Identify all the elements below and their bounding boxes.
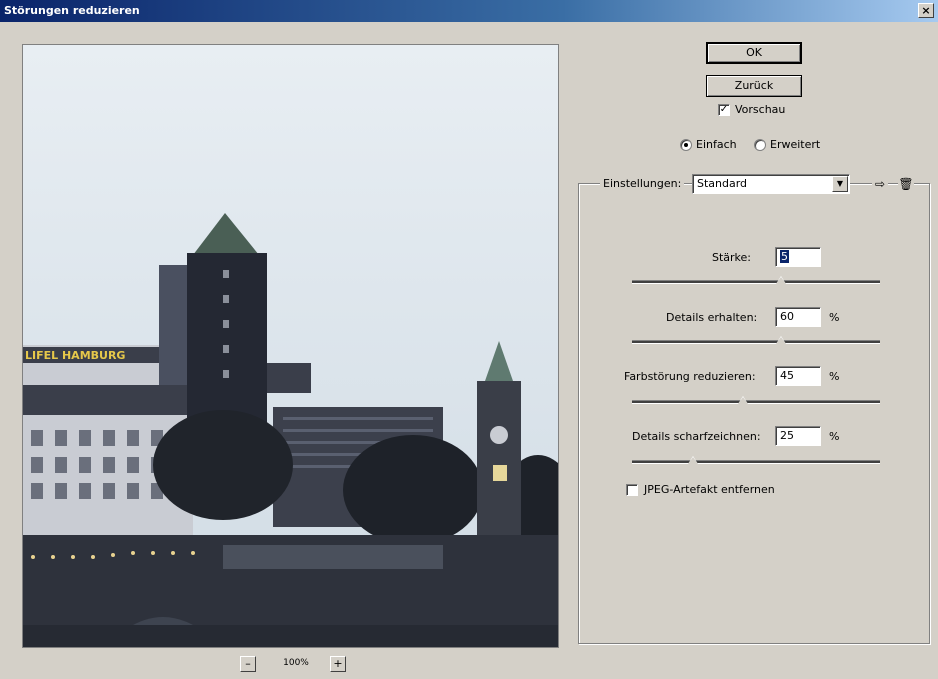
zoom-in-button[interactable]: +	[330, 656, 346, 672]
radio-basic-label: Einfach	[696, 138, 737, 151]
reduce-color-noise-label: Farbstörung reduzieren:	[624, 370, 756, 383]
preview-photo: LIFEL HAMBURG	[23, 45, 558, 647]
clock-face	[490, 426, 508, 444]
preserve-details-label: Details erhalten:	[666, 311, 758, 324]
radio-advanced-label: Erweitert	[770, 138, 821, 151]
preserve-details-slider[interactable]	[632, 340, 880, 344]
reduce-color-noise-unit: %	[829, 370, 840, 383]
chevron-down-icon[interactable]: ▼	[832, 176, 848, 192]
back-button[interactable]: Zurück	[706, 75, 802, 97]
window-title: Störungen reduzieren	[4, 4, 140, 17]
reduce-color-noise-slider[interactable]	[632, 400, 880, 404]
sharpen-details-input[interactable]: 25	[775, 426, 821, 446]
strength-input[interactable]: 5	[775, 247, 821, 267]
sharpen-details-slider-thumb[interactable]	[688, 456, 698, 464]
settings-group	[578, 183, 930, 644]
settings-dropdown[interactable]: Standard ▼	[692, 174, 850, 194]
settings-dropdown-value: Standard	[697, 177, 748, 190]
preserve-details-unit: %	[829, 311, 840, 324]
save-settings-icon[interactable]: ⇨	[872, 177, 888, 191]
sharpen-details-label: Details scharfzeichnen:	[632, 430, 761, 443]
sharpen-details-unit: %	[829, 430, 840, 443]
preserve-details-input[interactable]: 60	[775, 307, 821, 327]
settings-label: Einstellungen:	[600, 177, 685, 190]
preview-checkbox[interactable]: ✓	[718, 104, 730, 116]
jpeg-artifact-checkbox[interactable]	[626, 484, 638, 496]
reduce-color-noise-input[interactable]: 45	[775, 366, 821, 386]
radio-advanced[interactable]	[754, 139, 766, 151]
zoom-level: 100%	[283, 658, 309, 668]
jpeg-artifact-label: JPEG-Artefakt entfernen	[644, 483, 775, 496]
ok-button[interactable]: OK	[706, 42, 802, 64]
preview-checkbox-label: Vorschau	[735, 103, 786, 116]
trees-right	[343, 435, 483, 545]
radio-basic[interactable]	[680, 139, 692, 151]
strength-label: Stärke:	[712, 251, 752, 264]
trees-left	[153, 410, 293, 520]
sharpen-details-slider[interactable]	[632, 460, 880, 464]
strength-slider[interactable]	[632, 280, 880, 284]
title-bar: Störungen reduzieren ×	[0, 0, 938, 22]
preview-image[interactable]: LIFEL HAMBURG	[22, 44, 559, 648]
preserve-details-slider-thumb[interactable]	[776, 336, 786, 344]
close-button[interactable]: ×	[918, 3, 934, 18]
delete-settings-icon[interactable]: 🗑	[898, 177, 914, 191]
sign-text: LIFEL HAMBURG	[25, 349, 125, 362]
main-tower	[187, 253, 267, 423]
strength-slider-thumb[interactable]	[776, 276, 786, 284]
zoom-out-button[interactable]: –	[240, 656, 256, 672]
reduce-color-noise-slider-thumb[interactable]	[738, 396, 748, 404]
